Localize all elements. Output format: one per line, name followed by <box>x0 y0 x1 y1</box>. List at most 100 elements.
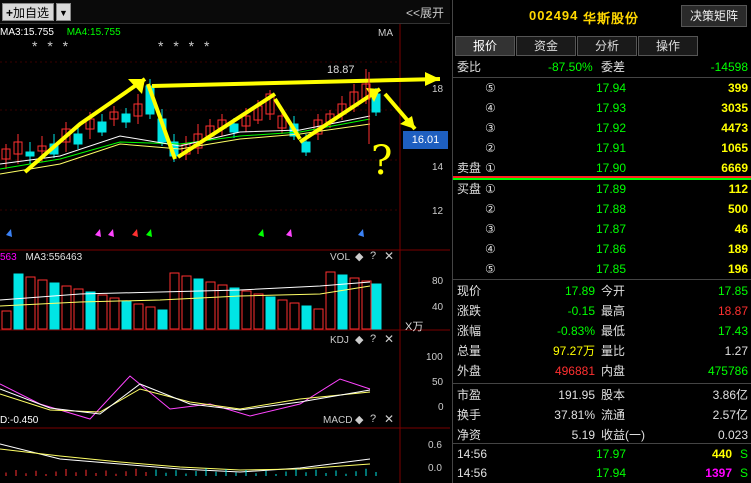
volume-bar <box>97 294 108 330</box>
stat-value: 2.57亿 <box>712 408 748 422</box>
signal-marker <box>95 229 101 237</box>
macd-close-icon[interactable]: ✕ <box>384 412 394 426</box>
stat-row: 净资 5.19 收益(一) 0.023 <box>453 425 751 445</box>
volume-bar <box>49 282 60 330</box>
tick-row: 14:56 17.94 1397 S <box>453 463 751 483</box>
vol-ma3-label: MA3:556463 <box>25 252 83 263</box>
bid-index: ⑤ <box>485 262 496 276</box>
volume-bar <box>371 283 382 330</box>
watchlist-dropdown-button[interactable]: ▼ <box>56 3 71 21</box>
stat-label: 现价 <box>457 284 482 298</box>
plus-icon: + <box>6 6 14 20</box>
bid-label: 买盘 <box>457 182 482 196</box>
volume-bar <box>157 309 168 330</box>
tab-analysis[interactable]: 分析 <box>577 36 637 56</box>
bid-volume: 46 <box>734 222 748 236</box>
bid-price: 17.89 <box>596 182 627 196</box>
stat-label: 最低 <box>601 324 626 338</box>
stat-label: 最高 <box>601 304 626 318</box>
stat-row: 市盈 191.95 股本 3.86亿 <box>453 385 751 405</box>
volume-bar <box>337 274 348 330</box>
ask-price: 17.91 <box>596 141 627 155</box>
kdj-close-icon[interactable]: ✕ <box>384 332 394 346</box>
ask-row: ④ 17.93 3035 <box>453 98 751 118</box>
tab-operation[interactable]: 操作 <box>638 36 698 56</box>
macd-settings-icon[interactable]: ◆ <box>355 413 363 426</box>
stat-label: 内盘 <box>601 364 626 378</box>
expand-button[interactable]: <<展开 <box>406 4 444 21</box>
bid-volume: 196 <box>727 262 748 276</box>
macd-dea-line <box>0 448 371 471</box>
add-watchlist-button[interactable]: +加自选 <box>2 3 54 21</box>
signal-marker <box>108 229 114 237</box>
chevron-down-icon: ▼ <box>59 8 68 18</box>
stat-value: 0.023 <box>717 428 748 442</box>
stat-label: 流通 <box>601 408 626 422</box>
vol-legend: 563 MA3:556463 <box>0 252 82 263</box>
vol-tick-80: 80 <box>432 276 444 287</box>
stat-value: -0.83% <box>556 324 595 338</box>
stat-value: 475786 <box>707 364 748 378</box>
tick-price: 17.94 <box>596 466 627 480</box>
bid-row: ④ 17.86 189 <box>453 239 751 259</box>
high-price-marker: 18.87 <box>327 64 355 76</box>
stat-value: 17.89 <box>564 284 595 298</box>
tab-funds[interactable]: 资金 <box>516 36 576 56</box>
stat-value: 3.86亿 <box>712 388 748 402</box>
volume-bar <box>349 277 360 330</box>
stock-terminal: +加自选 ▼ <<展开 MA3:15.755 MA4:15.755 MA * *… <box>0 0 751 483</box>
volume-bar <box>169 272 180 330</box>
stat-row: 现价 17.89 今开 17.85 <box>453 281 751 301</box>
candle-body <box>25 151 35 157</box>
volume-bar <box>277 299 288 330</box>
vol-unit-label: X万 <box>405 321 424 333</box>
tick-flag: S <box>739 466 748 480</box>
ask-index: ⑤ <box>485 81 496 95</box>
vol-settings-icon[interactable]: ◆ <box>355 250 363 263</box>
decision-matrix-button[interactable]: 决策矩阵 <box>681 5 747 27</box>
ask-index: ③ <box>485 121 496 135</box>
stock-name: 华斯股份 <box>583 11 640 26</box>
stat-label: 总量 <box>457 344 482 358</box>
kdj-help-icon[interactable]: ? <box>370 333 376 345</box>
ask-row: 卖盘 ① 17.90 6669 <box>453 158 751 178</box>
signal-marker <box>358 229 364 237</box>
bid-volume: 500 <box>727 202 748 216</box>
signal-marker <box>132 229 138 237</box>
volume-bar <box>73 288 84 330</box>
ask-volume: 399 <box>727 81 748 95</box>
signal-marker <box>258 229 264 237</box>
tick-time: 14:56 <box>457 466 488 480</box>
bid-volume: 112 <box>728 182 748 196</box>
stat-value: 5.19 <box>571 428 595 442</box>
stat-value: 496881 <box>554 364 595 378</box>
volume-bar <box>325 271 336 330</box>
ask-volume: 4473 <box>721 121 748 135</box>
annotation-arrow <box>298 87 382 144</box>
stat-value: 37.81% <box>554 408 595 422</box>
volume-bar <box>289 302 300 330</box>
ask-index: ① <box>485 161 496 175</box>
stat-value: 1.27 <box>724 344 748 358</box>
bid-index: ④ <box>485 242 496 256</box>
volume-bar <box>121 300 132 330</box>
volume-bar <box>241 290 252 330</box>
volume-bar <box>181 275 192 330</box>
signal-marker <box>286 229 292 237</box>
stat-label: 市盈 <box>457 388 482 402</box>
bid-index: ① <box>485 182 496 196</box>
macd-help-icon[interactable]: ? <box>370 413 376 425</box>
stat-label: 涨幅 <box>457 324 482 338</box>
ask-price: 17.92 <box>596 121 627 135</box>
vol-help-icon[interactable]: ? <box>370 250 376 262</box>
stat-row: 换手 37.81% 流通 2.57亿 <box>453 405 751 425</box>
vol-close-icon[interactable]: ✕ <box>384 249 394 263</box>
quote-panel: 002494 华斯股份 决策矩阵 报价 资金 分析 操作 委比 -87.50% … <box>452 0 751 483</box>
stat-row: 外盘 496881 内盘 475786 <box>453 361 751 381</box>
vol-tag: VOL <box>330 252 351 263</box>
kdj-tag: KDJ <box>330 335 349 346</box>
tab-quote[interactable]: 报价 <box>455 36 515 56</box>
macd-tick-06: 0.6 <box>428 440 442 451</box>
question-mark-annotation: ? <box>371 138 393 184</box>
kdj-settings-icon[interactable]: ◆ <box>355 333 363 346</box>
